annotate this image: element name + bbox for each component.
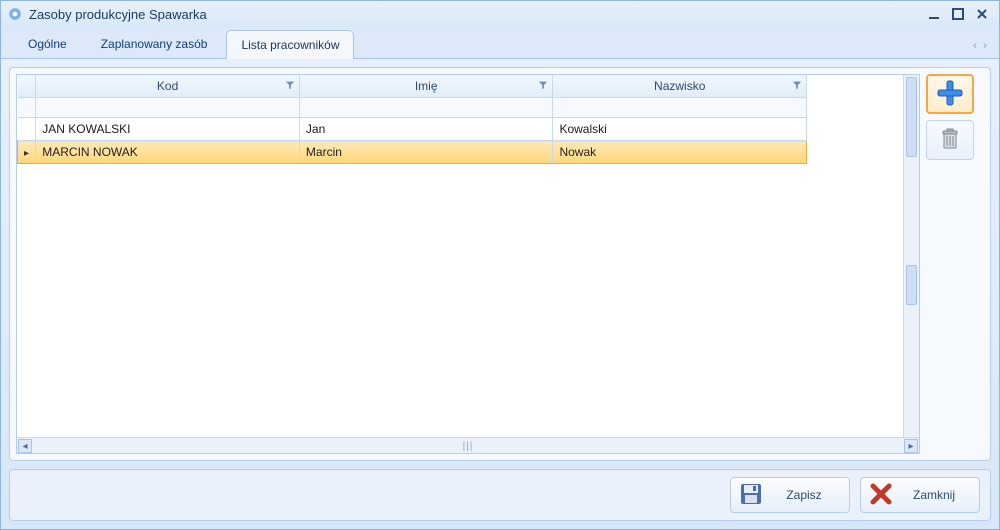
titlebar: Zasoby produkcyjne Spawarka — [1, 1, 999, 27]
row-indicator-header — [18, 75, 36, 98]
tab-label: Lista pracowników — [241, 38, 339, 52]
vertical-scrollbar[interactable] — [903, 75, 919, 437]
filter-icon[interactable] — [538, 79, 548, 93]
tabs-row: Ogólne Zaplanowany zasób Lista pracownik… — [1, 27, 999, 59]
tab-general[interactable]: Ogólne — [13, 29, 82, 58]
tab-label: Zaplanowany zasób — [101, 37, 208, 51]
scroll-thumb[interactable] — [906, 265, 917, 305]
cell-imie[interactable]: Jan — [299, 118, 553, 141]
plus-icon — [935, 78, 965, 111]
tab-label: Ogólne — [28, 37, 67, 51]
employee-grid[interactable]: Kod Imię — [17, 75, 807, 164]
scroll-thumb[interactable] — [906, 77, 917, 157]
tab-employee-list[interactable]: Lista pracowników — [226, 30, 354, 59]
tab-scroll-right[interactable]: › — [983, 38, 987, 52]
table-row[interactable]: JAN KOWALSKI Jan Kowalski — [18, 118, 807, 141]
filter-icon[interactable] — [285, 79, 295, 93]
grid-filter-row[interactable] — [18, 98, 807, 118]
current-row-pointer-icon: ▸ — [24, 148, 29, 159]
row-indicator — [18, 118, 36, 141]
save-button[interactable]: Zapisz — [730, 477, 850, 513]
column-label: Imię — [415, 79, 438, 93]
delete-button[interactable] — [926, 120, 974, 160]
close-icon — [869, 482, 893, 509]
window-title: Zasoby produkcyjne Spawarka — [29, 7, 207, 22]
save-icon — [739, 482, 763, 509]
tab-planned-resource[interactable]: Zaplanowany zasób — [86, 29, 223, 58]
column-header-nazwisko[interactable]: Nazwisko — [553, 75, 807, 98]
app-icon — [7, 6, 23, 22]
scroll-track-grip-icon: ||| — [463, 441, 474, 452]
side-toolbar — [926, 74, 984, 454]
column-header-imie[interactable]: Imię — [299, 75, 553, 98]
maximize-button[interactable] — [947, 6, 969, 22]
column-label: Kod — [157, 79, 178, 93]
window-frame: Zasoby produkcyjne Spawarka Ogólne Zapla… — [0, 0, 1000, 530]
trash-icon — [937, 126, 963, 155]
close-window-button[interactable] — [971, 6, 993, 22]
scroll-left-button[interactable]: ◂ — [18, 439, 32, 453]
grid-empty-area — [17, 164, 903, 437]
filter-cell-imie[interactable] — [299, 98, 553, 118]
column-header-kod[interactable]: Kod — [36, 75, 300, 98]
add-button[interactable] — [926, 74, 974, 114]
row-indicator: ▸ — [18, 141, 36, 164]
grid-header-row: Kod Imię — [18, 75, 807, 98]
grid-area: Kod Imię — [16, 74, 920, 454]
table-row[interactable]: ▸ MARCIN NOWAK Marcin Nowak — [18, 141, 807, 164]
filter-icon[interactable] — [792, 79, 802, 93]
cell-kod[interactable]: JAN KOWALSKI — [36, 118, 300, 141]
minimize-button[interactable] — [923, 6, 945, 22]
cell-nazwisko[interactable]: Kowalski — [553, 118, 807, 141]
column-label: Nazwisko — [654, 79, 705, 93]
filter-cell-kod[interactable] — [36, 98, 300, 118]
tab-scroll-nav: ‹ › — [973, 38, 987, 58]
cell-kod[interactable]: MARCIN NOWAK — [36, 141, 300, 164]
cell-imie[interactable]: Marcin — [299, 141, 553, 164]
close-button[interactable]: Zamknij — [860, 477, 980, 513]
cell-nazwisko[interactable]: Nowak — [553, 141, 807, 164]
scroll-right-button[interactable]: ▸ — [904, 439, 918, 453]
horizontal-scrollbar[interactable]: ◂ ||| ▸ — [17, 437, 919, 453]
content-panel: Kod Imię — [9, 67, 991, 461]
footer-bar: Zapisz Zamknij — [9, 469, 991, 521]
save-label: Zapisz — [773, 488, 835, 502]
close-label: Zamknij — [903, 488, 965, 502]
tab-scroll-left[interactable]: ‹ — [973, 38, 977, 52]
filter-cell-nazwisko[interactable] — [553, 98, 807, 118]
